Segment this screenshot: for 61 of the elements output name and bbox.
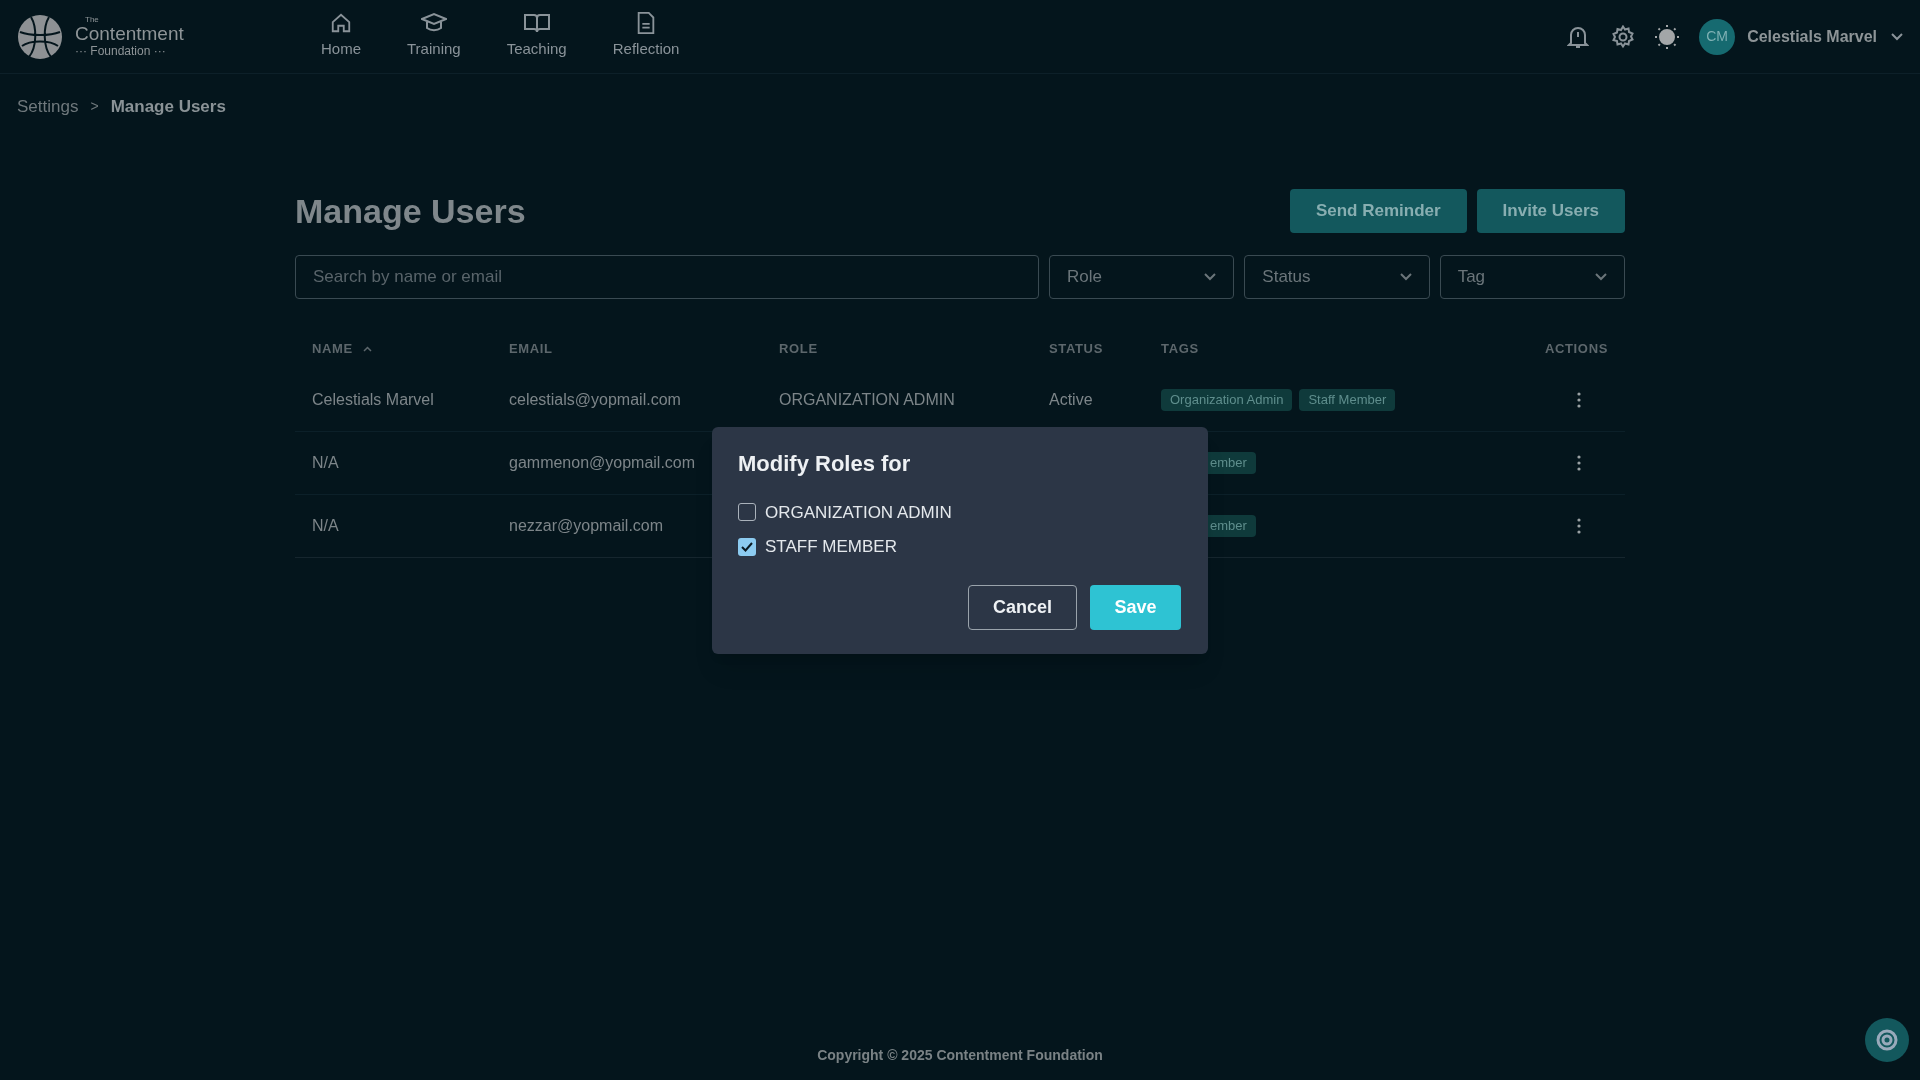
brand-small-text: The [85, 16, 100, 24]
help-button[interactable] [1865, 1018, 1909, 1062]
user-name[interactable]: Celestials Marvel [1747, 24, 1877, 49]
open-book-icon [523, 12, 550, 35]
save-button[interactable]: Save [1090, 584, 1181, 630]
column-header: ACTIONS [1543, 339, 1608, 358]
nav-item[interactable]: Reflection [598, 12, 694, 61]
brand-subtitle: ··· Foundation ··· [75, 45, 167, 57]
chevron-down-icon [1204, 272, 1217, 281]
globe-logo-icon [17, 13, 63, 60]
breadcrumb-separator: > [90, 97, 99, 117]
cancel-button[interactable]: Cancel [968, 584, 1077, 630]
role-checkbox[interactable] [738, 503, 756, 522]
search-field[interactable]: Search by name or email [295, 254, 1039, 299]
table-cell-text: Active [1049, 389, 1093, 410]
bell-icon[interactable] [1567, 24, 1590, 49]
more-options-icon[interactable] [1577, 517, 1581, 534]
document-icon [636, 12, 657, 35]
table-cell-text: Celestials Marvel [312, 389, 434, 410]
table-cell-text: N/A [312, 452, 339, 473]
page-title: Manage Users [295, 190, 526, 232]
send-reminder-button[interactable]: Send Reminder [1289, 189, 1467, 233]
tag: ember [1207, 451, 1256, 474]
user-avatar[interactable]: CM [1699, 18, 1736, 55]
filter-dropdown[interactable]: Status [1244, 254, 1430, 299]
role-checkbox[interactable] [738, 537, 756, 556]
dialog-title: Modify Roles for [738, 449, 912, 478]
tag: Organization Admin [1161, 388, 1293, 411]
sort-ascending-icon[interactable] [362, 345, 372, 352]
table-cell-text: ORGANIZATION ADMIN [779, 389, 955, 410]
table-cell-text: celestials@yopmail.com [509, 389, 681, 410]
breadcrumb-current: Manage Users [110, 96, 226, 118]
copyright-text: Copyright © 2025 Contentment Foundation [817, 1046, 1103, 1065]
invite-users-button[interactable]: Invite Users [1476, 189, 1625, 233]
filter-dropdown[interactable]: Role [1049, 254, 1235, 299]
column-header: STATUS [1049, 339, 1104, 358]
table-cell-text: N/A [312, 515, 339, 536]
column-header: ROLE [779, 339, 819, 358]
sun-icon[interactable] [1655, 24, 1680, 49]
nav-item[interactable]: Training [393, 12, 475, 61]
tag: Staff Member [1299, 388, 1396, 411]
checkbox-label[interactable]: ORGANIZATION ADMIN [765, 499, 952, 525]
nav-item[interactable]: Home [307, 12, 375, 61]
filter-dropdown[interactable]: Tag [1439, 254, 1625, 299]
more-options-icon[interactable] [1577, 454, 1581, 471]
settings-icon[interactable] [1611, 24, 1636, 49]
more-options-icon[interactable] [1577, 391, 1581, 408]
breadcrumb-link[interactable]: Settings [17, 94, 79, 120]
home-icon [330, 12, 352, 35]
tag: ember [1207, 514, 1256, 537]
chevron-down-icon [1399, 272, 1412, 281]
column-header[interactable]: NAME [312, 338, 353, 359]
checkbox-label[interactable]: STAFF MEMBER [765, 534, 897, 560]
table-cell-text: gammenon@yopmail.com [509, 452, 696, 473]
nav-item[interactable]: Teaching [492, 12, 581, 61]
table-cell-text: nezzar@yopmail.com [509, 515, 664, 536]
chevron-down-icon [1595, 272, 1607, 281]
brand-name: Contentment [75, 24, 184, 43]
column-header: TAGS [1161, 339, 1200, 358]
chevron-down-icon[interactable] [1891, 32, 1903, 41]
column-header: EMAIL [509, 339, 554, 358]
